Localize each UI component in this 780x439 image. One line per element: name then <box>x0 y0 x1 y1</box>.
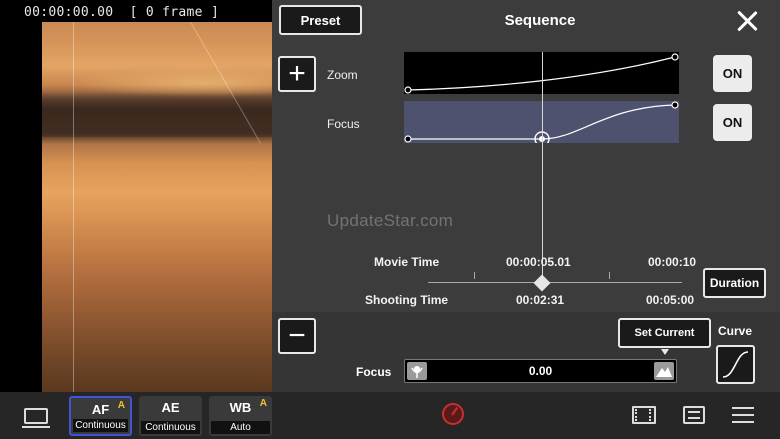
zoom-track-label: Zoom <box>327 68 358 82</box>
shooting-time-end: 00:05:00 <box>646 293 695 307</box>
af-mode-button[interactable]: AF A Continuous <box>69 396 132 436</box>
panel-title: Sequence <box>504 12 576 29</box>
adjust-icon[interactable] <box>683 406 705 424</box>
zoom-start-keyframe <box>404 86 412 94</box>
timeline-tick <box>609 272 610 279</box>
zoom-toggle-button[interactable]: ON <box>713 55 752 92</box>
focus-end-keyframe <box>671 101 679 109</box>
curve-icon <box>722 351 749 378</box>
movie-time-current: 00:00:05.01 <box>506 255 571 269</box>
movie-time-end: 00:00:10 <box>648 255 697 269</box>
watermark-text: UpdateStar.com <box>327 211 454 230</box>
playhead-line[interactable] <box>542 52 543 284</box>
frame-count: [ 0 frame ] <box>129 5 220 20</box>
remove-keyframe-button[interactable]: − <box>278 318 316 354</box>
duration-button[interactable]: Duration <box>703 268 766 298</box>
focus-value: 0.00 <box>528 364 553 378</box>
movie-time-label: Movie Time <box>374 255 440 269</box>
focus-toggle-button[interactable]: ON <box>713 104 752 141</box>
timecode-readout: 00:00:00.00 [ 0 frame ] <box>24 5 219 20</box>
close-icon[interactable] <box>734 8 760 34</box>
film-icon[interactable] <box>632 406 656 424</box>
zoom-end-keyframe <box>671 53 679 61</box>
wb-mode-button[interactable]: WB A Auto <box>209 396 272 436</box>
wb-mode-value: Auto <box>211 421 270 434</box>
af-warning-badge: A <box>117 400 125 411</box>
add-keyframe-button[interactable]: + <box>278 56 316 92</box>
grid-guide-line <box>73 22 74 392</box>
set-current-button[interactable]: Set Current <box>618 318 711 348</box>
af-mode-value: Continuous <box>73 419 128 432</box>
focus-start-keyframe <box>404 135 412 143</box>
ae-mode-title: AE <box>161 400 180 415</box>
ae-mode-value: Continuous <box>141 421 200 434</box>
curve-button[interactable] <box>716 345 755 384</box>
preview-image <box>42 22 272 392</box>
monitor-icon[interactable] <box>22 408 50 428</box>
timeline-tick <box>474 272 475 279</box>
curve-label: Curve <box>718 324 753 338</box>
shooting-time-label: Shooting Time <box>365 293 449 307</box>
focus-slider-label: Focus <box>356 365 392 379</box>
timeline-track[interactable] <box>428 282 682 283</box>
mountain-icon[interactable] <box>654 362 674 380</box>
preset-button[interactable]: Preset <box>279 5 362 35</box>
record-icon[interactable] <box>442 403 464 425</box>
focus-slider[interactable]: 0.00 <box>404 359 677 383</box>
shooting-time-current: 00:02:31 <box>516 293 565 307</box>
menu-icon[interactable] <box>732 407 754 423</box>
camera-preview: 00:00:00.00 [ 0 frame ] <box>0 0 272 392</box>
ae-mode-button[interactable]: AE Continuous <box>139 396 202 436</box>
focus-track-label: Focus <box>327 117 360 131</box>
wb-warning-badge: A <box>259 398 267 409</box>
timecode-value: 00:00:00.00 <box>24 5 114 20</box>
set-current-pointer <box>661 349 669 355</box>
